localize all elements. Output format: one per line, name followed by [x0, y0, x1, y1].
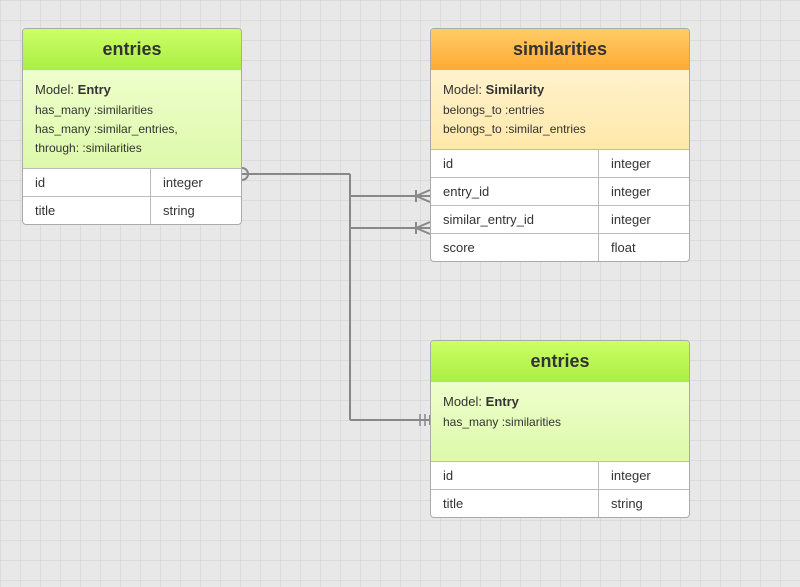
entries-right-model-name: Entry [486, 394, 519, 409]
table-row: id integer [23, 168, 241, 196]
entries-left-relation-0: has_many :similarities [35, 101, 229, 120]
entries-left-model-label: Model: [35, 82, 74, 97]
entries-right-model-label: Model: [443, 394, 482, 409]
similarities-table: similarities Model: Similarity belongs_t… [430, 28, 690, 262]
entries-right-relation-0: has_many :similarities [443, 413, 677, 432]
similarities-header: similarities [431, 29, 689, 70]
col-name: id [23, 169, 151, 196]
col-name: similar_entry_id [431, 206, 599, 233]
col-name: entry_id [431, 178, 599, 205]
table-row: id integer [431, 461, 689, 489]
col-type: float [599, 234, 689, 261]
entries-right-info: Model: Entry has_many :similarities [431, 382, 689, 461]
table-row: title string [23, 196, 241, 224]
entries-left-relation-1: has_many :similar_entries, [35, 120, 229, 139]
col-name: score [431, 234, 599, 261]
table-row: entry_id integer [431, 177, 689, 205]
col-type: integer [599, 462, 689, 489]
col-name: title [23, 197, 151, 224]
similarities-relation-0: belongs_to :entries [443, 101, 677, 120]
entries-left-model-name: Entry [78, 82, 111, 97]
col-name: id [431, 462, 599, 489]
col-type: string [599, 490, 689, 517]
entries-left-info: Model: Entry has_many :similarities has_… [23, 70, 241, 168]
similarities-model-name: Similarity [486, 82, 545, 97]
entries-left-relation-2: through: :similarities [35, 139, 229, 158]
col-type: string [151, 197, 241, 224]
entries-right-header: entries [431, 341, 689, 382]
table-row: title string [431, 489, 689, 517]
col-type: integer [599, 206, 689, 233]
similarities-model-label: Model: [443, 82, 482, 97]
col-name: id [431, 150, 599, 177]
col-type: integer [599, 150, 689, 177]
table-row: score float [431, 233, 689, 261]
col-type: integer [151, 169, 241, 196]
similarities-info: Model: Similarity belongs_to :entries be… [431, 70, 689, 149]
table-row: similar_entry_id integer [431, 205, 689, 233]
entries-left-table: entries Model: Entry has_many :similarit… [22, 28, 242, 225]
table-row: id integer [431, 149, 689, 177]
col-type: integer [599, 178, 689, 205]
entries-right-table: entries Model: Entry has_many :similarit… [430, 340, 690, 518]
entries-left-header: entries [23, 29, 241, 70]
similarities-relation-1: belongs_to :similar_entries [443, 120, 677, 139]
col-name: title [431, 490, 599, 517]
